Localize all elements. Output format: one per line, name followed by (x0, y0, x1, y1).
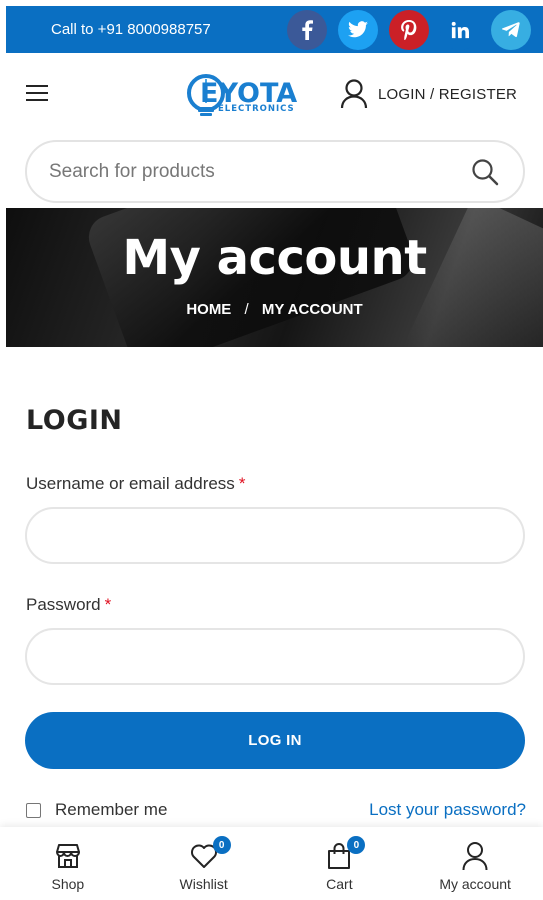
breadcrumb-separator: / (244, 301, 249, 318)
remember-me-checkbox[interactable] (26, 802, 41, 818)
page-title: My account (122, 230, 427, 286)
user-icon (461, 841, 489, 871)
call-text: Call to +91 8000988757 (51, 21, 211, 38)
search-input[interactable] (27, 160, 465, 183)
required-mark: * (238, 474, 246, 493)
nav-cart-label: Cart (326, 876, 353, 892)
page-banner: My account HOME / MY ACCOUNT (6, 208, 543, 347)
required-mark: * (104, 595, 112, 614)
logo-subtext: ELECTRONICS (218, 104, 295, 114)
cart-count-badge: 0 (347, 836, 366, 854)
menu-icon[interactable] (26, 85, 48, 103)
search-icon[interactable] (465, 152, 505, 192)
telegram-icon[interactable] (491, 9, 531, 50)
user-icon (340, 79, 368, 109)
wishlist-count-badge: 0 (212, 836, 231, 854)
pinterest-icon[interactable] (389, 9, 429, 50)
login-button[interactable]: LOG IN (25, 712, 525, 769)
login-register-label: LOGIN / REGISTER (378, 85, 518, 103)
username-label: Username or email address * (26, 474, 246, 493)
nav-wishlist-label: Wishlist (179, 876, 228, 892)
password-label: Password * (26, 595, 112, 614)
search-bar (25, 140, 525, 203)
nav-shop[interactable]: Shop (0, 827, 136, 900)
breadcrumb-current: MY ACCOUNT (261, 301, 363, 318)
linkedin-icon[interactable] (440, 9, 480, 50)
bottom-nav: Shop 0 Wishlist 0 Cart My account (0, 827, 543, 900)
twitter-icon[interactable] (338, 9, 378, 50)
nav-my-account-label: My account (439, 876, 511, 892)
nav-shop-label: Shop (51, 876, 85, 892)
breadcrumb-home[interactable]: HOME (186, 301, 231, 318)
login-heading: LOGIN (26, 405, 123, 436)
social-links (276, 9, 531, 50)
password-field[interactable] (27, 630, 523, 683)
top-bar: Call to +91 8000988757 (6, 6, 543, 53)
site-logo[interactable]: EYOTA ELECTRONICS (184, 67, 314, 125)
site-header: EYOTA ELECTRONICS LOGIN / REGISTER (6, 53, 543, 137)
shop-icon (54, 841, 82, 871)
nav-my-account[interactable]: My account (407, 827, 543, 900)
breadcrumb: HOME / MY ACCOUNT (6, 301, 543, 318)
nav-cart[interactable]: 0 Cart (272, 827, 408, 900)
remember-me-label: Remember me (55, 800, 168, 819)
facebook-icon[interactable] (287, 9, 327, 50)
username-field-wrapper (25, 507, 525, 564)
heart-icon: 0 (190, 836, 231, 871)
login-register-link[interactable]: LOGIN / REGISTER (340, 79, 517, 109)
username-field[interactable] (27, 509, 523, 562)
lost-password-link[interactable]: Lost your password? (369, 800, 526, 820)
password-field-wrapper (25, 628, 525, 685)
nav-wishlist[interactable]: 0 Wishlist (136, 827, 272, 900)
cart-bag-icon: 0 (326, 836, 366, 871)
remember-me: Remember me (26, 800, 167, 820)
